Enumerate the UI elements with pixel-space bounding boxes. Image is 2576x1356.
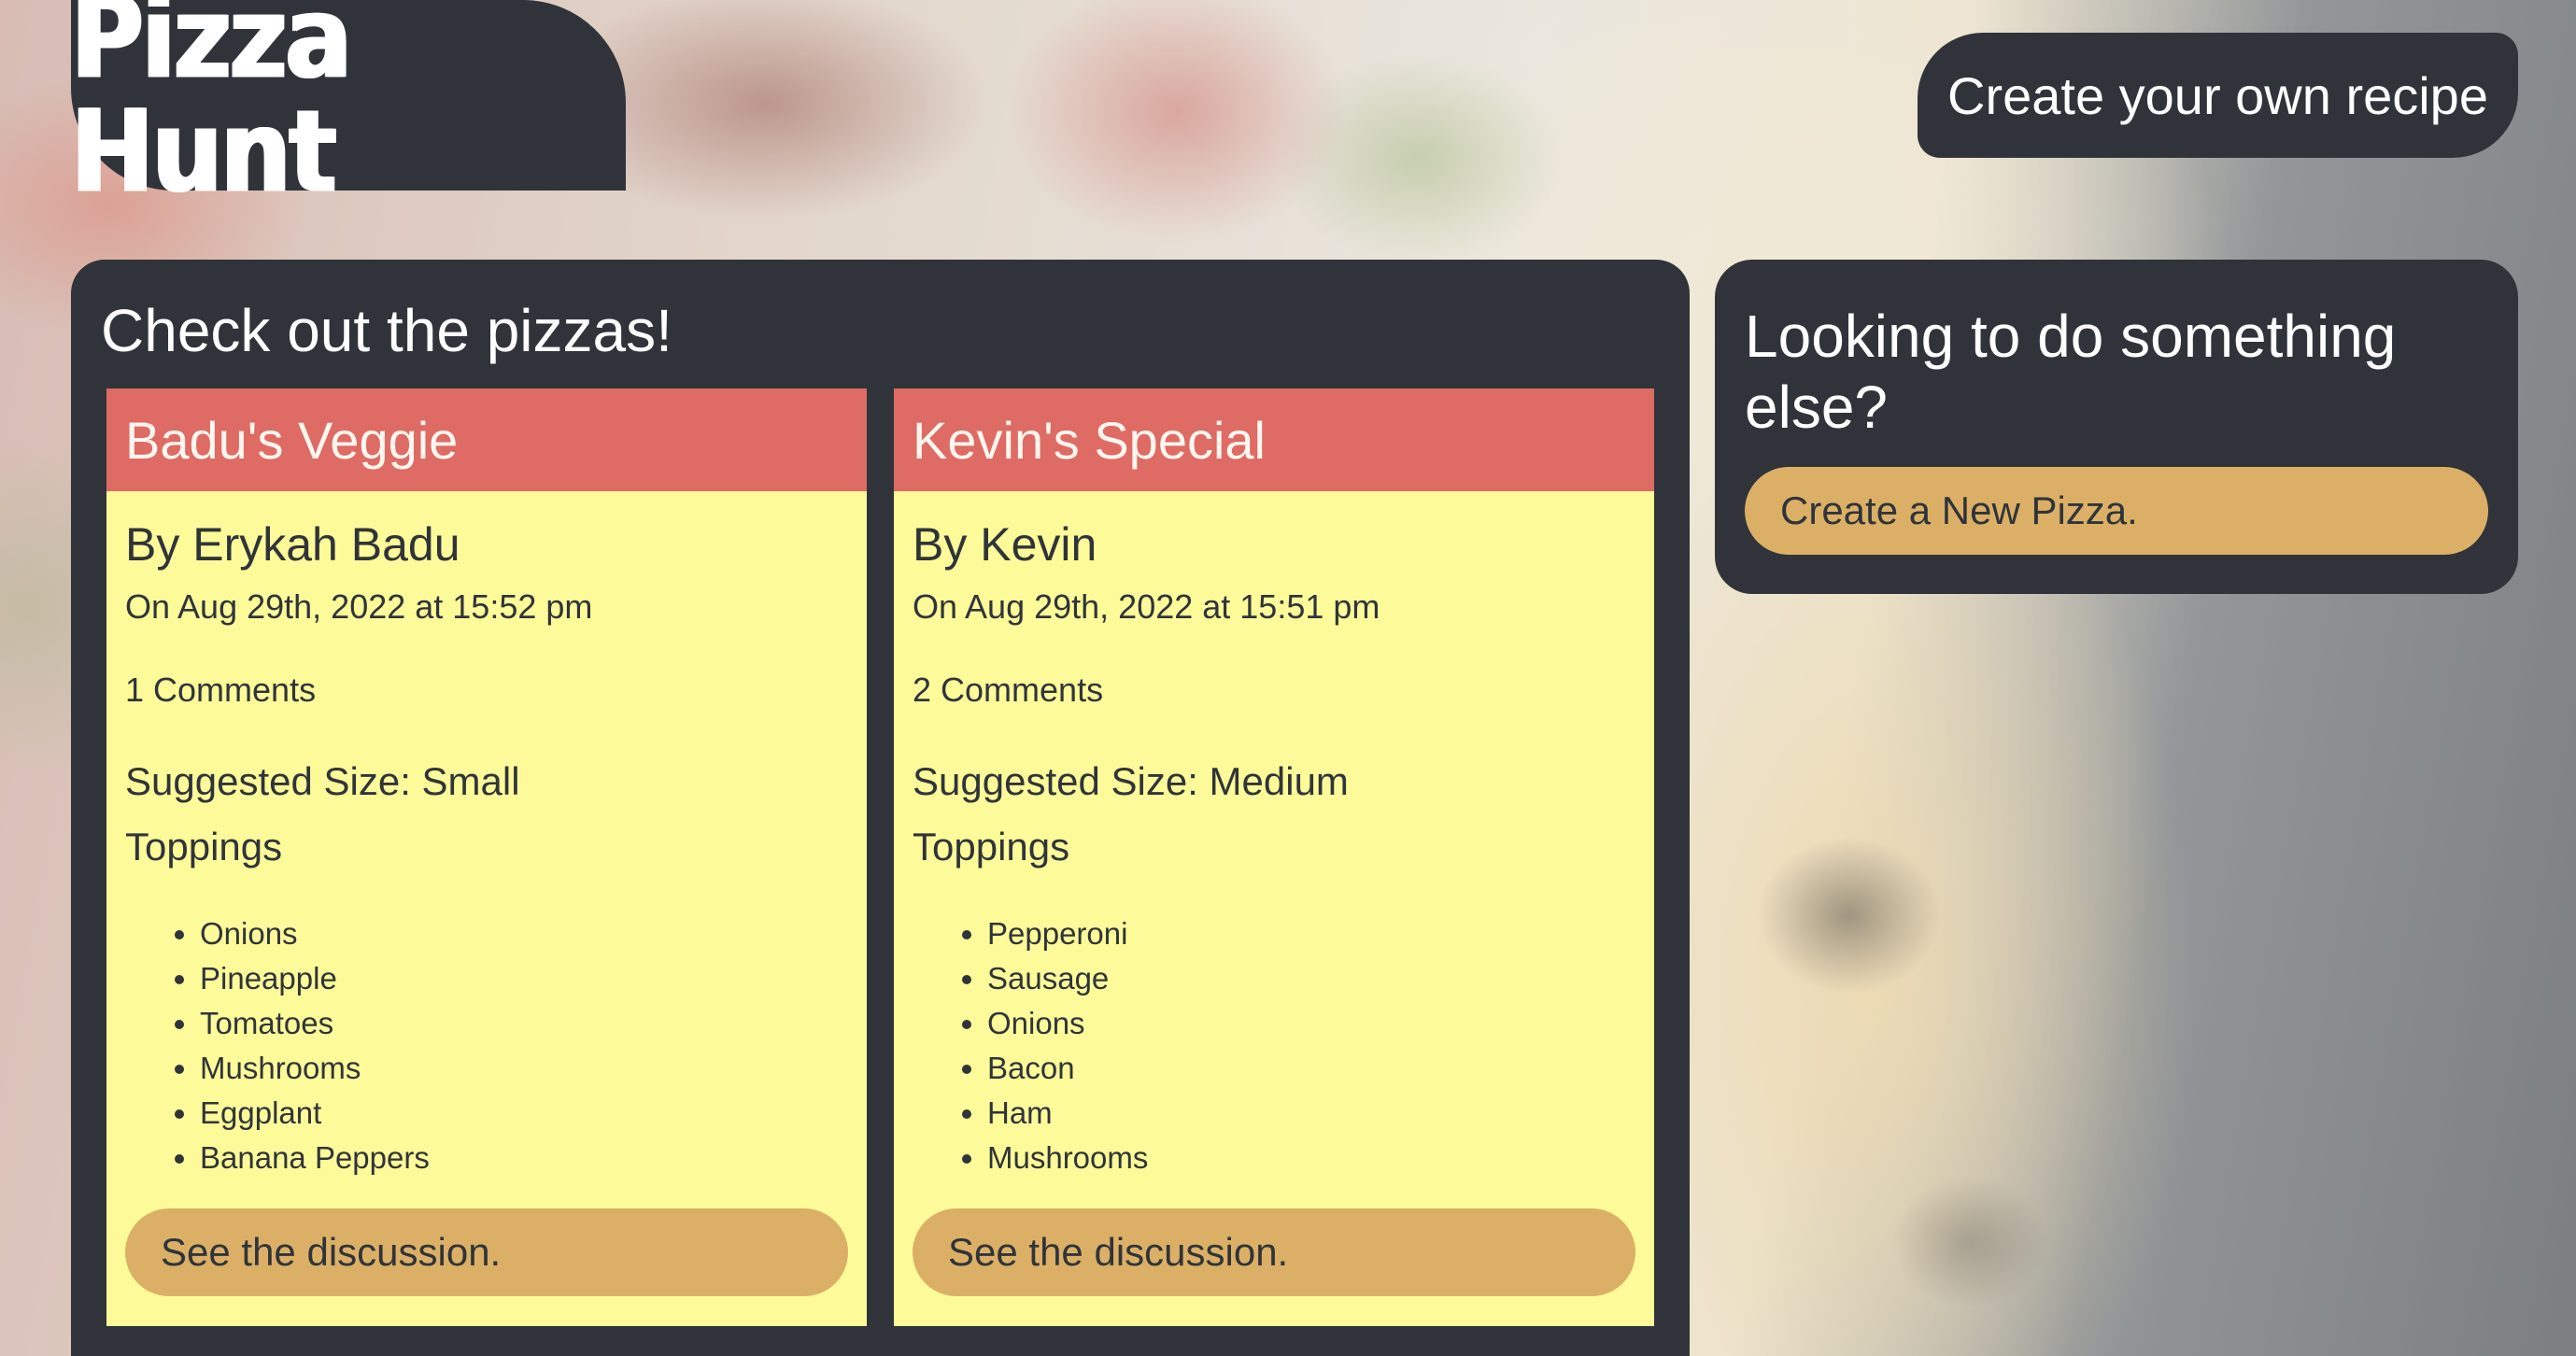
topping-item: Pineapple — [200, 956, 430, 1001]
pizza-name: Badu's Veggie — [125, 410, 459, 470]
topping-item: Sausage — [987, 956, 1148, 1001]
topping-item: Bacon — [987, 1046, 1148, 1091]
topping-item: Eggplant — [200, 1091, 430, 1136]
sidebar-title: Looking to do something else? — [1745, 303, 2397, 441]
toppings-label: Toppings — [913, 825, 1070, 869]
create-recipe-link[interactable]: Create your own recipe — [1918, 33, 2518, 158]
topping-item: Mushrooms — [200, 1046, 430, 1091]
see-discussion-button[interactable]: See the discussion. — [125, 1208, 848, 1296]
topping-item: Mushrooms — [987, 1136, 1148, 1180]
pizza-list-panel: Check out the pizzas! Badu's Veggie By E… — [71, 260, 1690, 1356]
site-logo[interactable]: Pizza Hunt — [71, 0, 626, 208]
pizza-comment-count: 1 Comments — [125, 671, 317, 709]
pizza-card-body: By Kevin On Aug 29th, 2022 at 15:51 pm 2… — [894, 491, 1654, 1326]
pizza-card-header: Badu's Veggie — [106, 388, 867, 491]
create-new-pizza-button[interactable]: Create a New Pizza. — [1745, 467, 2488, 555]
logo-text: Pizza Hunt — [71, 0, 352, 219]
pizza-card: Kevin's Special By Kevin On Aug 29th, 20… — [894, 388, 1654, 1326]
see-discussion-button[interactable]: See the discussion. — [913, 1208, 1635, 1296]
topping-item: Tomatoes — [200, 1001, 430, 1046]
pizza-name: Kevin's Special — [913, 410, 1266, 470]
toppings-list: Onions Pineapple Tomatoes Mushrooms Eggp… — [125, 911, 430, 1180]
pizza-suggested-size: Suggested Size: Medium — [913, 759, 1349, 803]
pizza-date: On Aug 29th, 2022 at 15:51 pm — [913, 587, 1380, 626]
topping-item: Onions — [200, 911, 430, 956]
topping-item: Pepperoni — [987, 911, 1148, 956]
pizza-suggested-size: Suggested Size: Small — [125, 759, 520, 803]
pizza-author: By Erykah Badu — [125, 518, 460, 571]
topping-item: Ham — [987, 1091, 1148, 1136]
pizza-card-header: Kevin's Special — [894, 388, 1654, 491]
sidebar-panel: Looking to do something else? Create a N… — [1715, 260, 2518, 594]
toppings-list: Pepperoni Sausage Onions Bacon Ham Mushr… — [913, 911, 1148, 1180]
topping-item: Onions — [987, 1001, 1148, 1046]
pizza-date: On Aug 29th, 2022 at 15:52 pm — [125, 587, 593, 626]
topping-item: Banana Peppers — [200, 1136, 430, 1180]
pizza-card: Badu's Veggie By Erykah Badu On Aug 29th… — [106, 388, 867, 1326]
pizza-card-body: By Erykah Badu On Aug 29th, 2022 at 15:5… — [106, 491, 867, 1326]
pizza-author: By Kevin — [913, 518, 1097, 571]
pizza-comment-count: 2 Comments — [913, 671, 1104, 709]
toppings-label: Toppings — [125, 825, 283, 869]
pizza-list-title: Check out the pizzas! — [101, 297, 672, 364]
